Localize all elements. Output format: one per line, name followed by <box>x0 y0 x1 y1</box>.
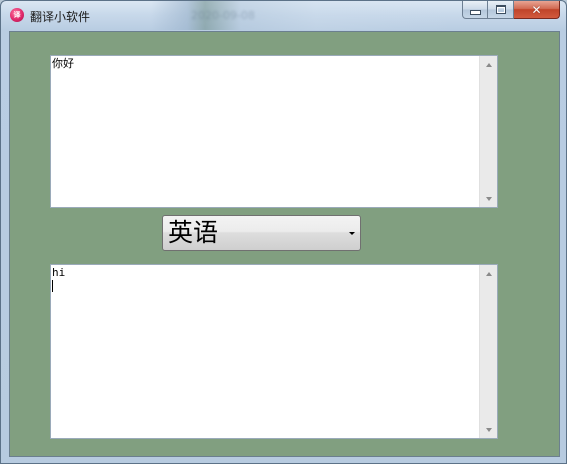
maximize-icon <box>495 5 506 14</box>
background-blurred-date: 2020-09-08 <box>191 8 255 22</box>
scroll-up-arrow-icon[interactable] <box>480 265 497 282</box>
app-window: 2020-09-08 译 翻译小软件 ✕ 你好 英语 hi <box>0 0 567 464</box>
dropdown-arrow-icon <box>349 232 355 235</box>
scroll-up-arrow-icon[interactable] <box>480 56 497 73</box>
source-text-area[interactable]: 你好 <box>50 55 498 208</box>
app-icon-glyph: 译 <box>13 10 21 19</box>
window-title: 翻译小软件 <box>30 10 91 24</box>
result-scrollbar[interactable] <box>479 265 497 438</box>
maximize-button[interactable] <box>488 1 514 19</box>
source-scrollbar[interactable] <box>479 56 497 207</box>
result-text-area[interactable]: hi <box>50 264 498 439</box>
target-language-select[interactable]: 英语 <box>162 215 361 251</box>
background-blurred-date-text: 2020-09-08 <box>191 8 255 22</box>
result-text-container: hi <box>52 266 479 437</box>
result-text: hi <box>52 266 66 279</box>
close-button[interactable]: ✕ <box>514 1 560 19</box>
minimize-icon <box>469 10 481 15</box>
client-area: 你好 英语 hi <box>9 31 560 457</box>
scroll-down-arrow-icon[interactable] <box>480 190 497 207</box>
caption-buttons: ✕ <box>462 1 560 20</box>
text-caret <box>52 280 53 292</box>
selected-language: 英语 <box>168 218 219 247</box>
scroll-down-arrow-icon[interactable] <box>480 421 497 438</box>
minimize-button[interactable] <box>462 1 488 19</box>
translate-app-icon: 译 <box>10 8 24 22</box>
close-icon: ✕ <box>531 2 542 17</box>
source-text: 你好 <box>52 57 74 70</box>
